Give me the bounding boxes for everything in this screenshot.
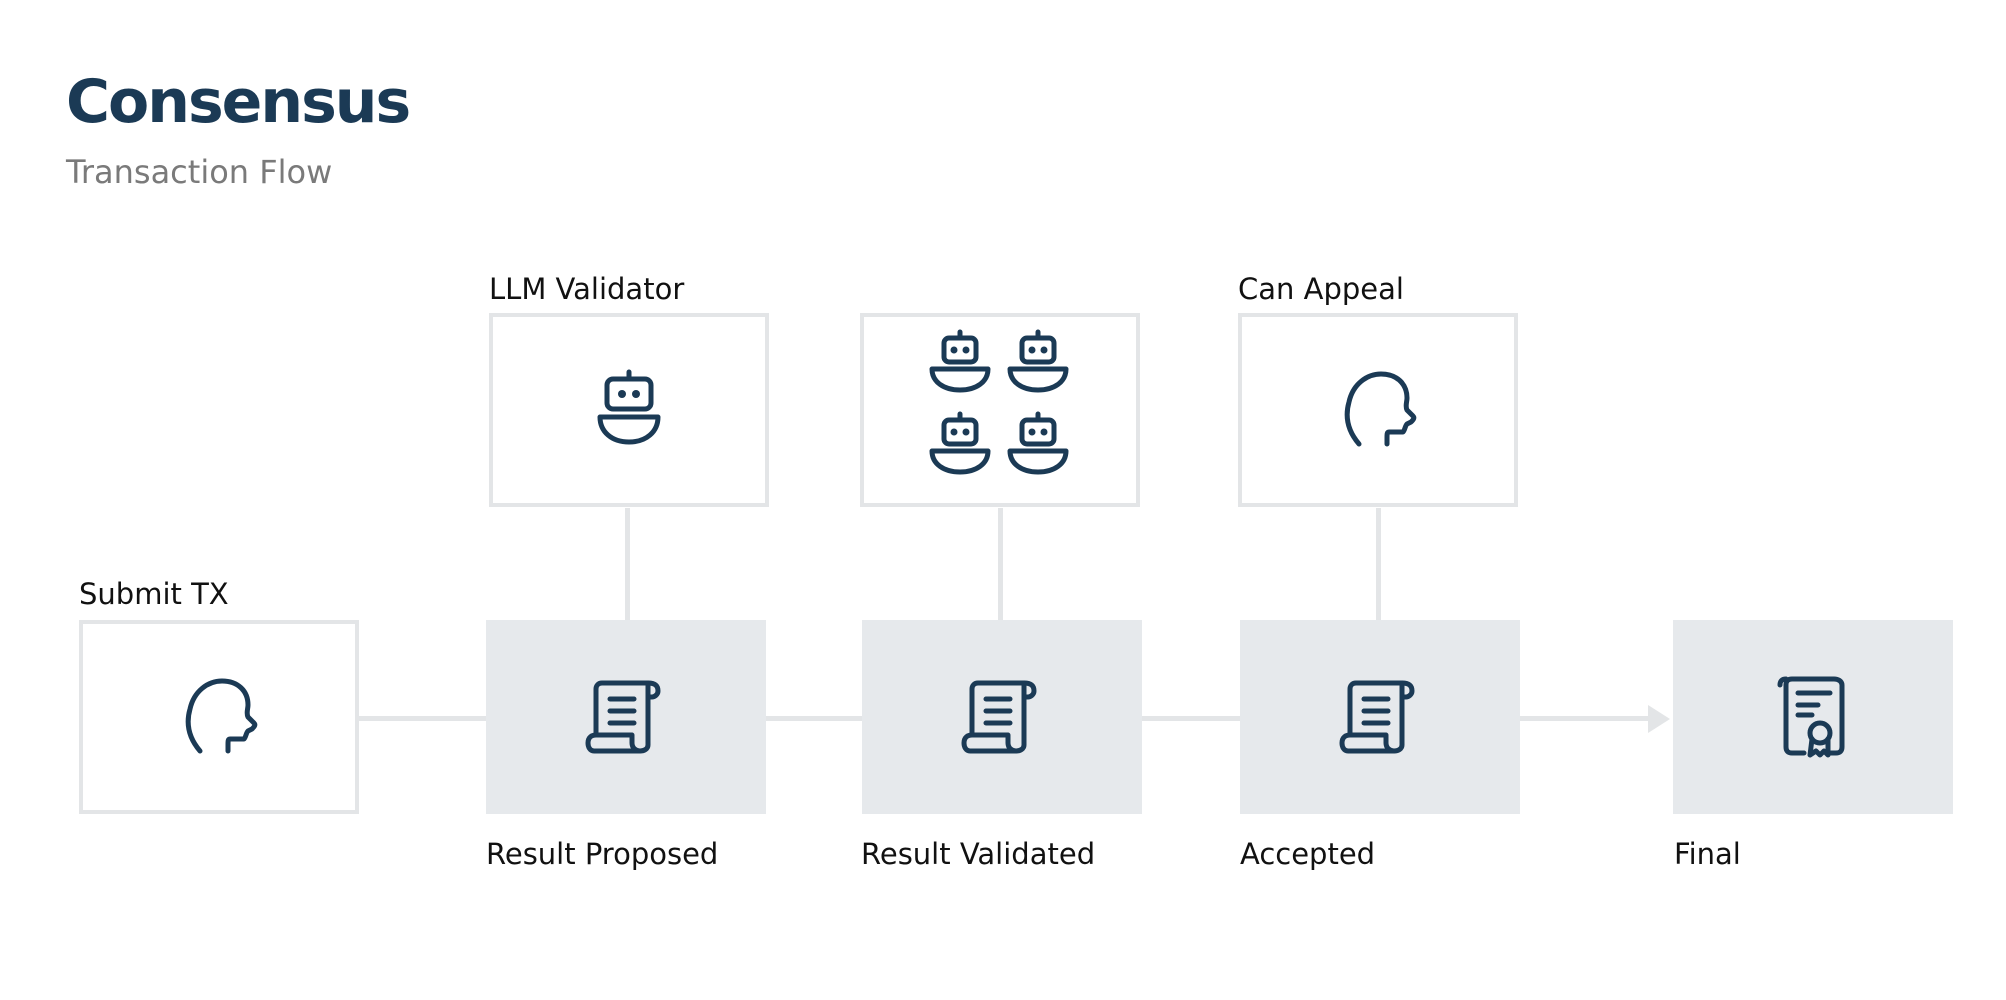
connector-accepted-to-final	[1520, 716, 1650, 721]
scroll-icon	[961, 680, 1037, 754]
certificate-icon	[1777, 676, 1845, 758]
submit-tx-node[interactable]	[79, 620, 359, 814]
person-head-icon	[1344, 371, 1417, 447]
validator-group-node[interactable]	[860, 313, 1140, 507]
connector-llm-validator-to-proposed	[625, 508, 630, 620]
submit-tx-label: Submit TX	[79, 577, 229, 611]
person-head-icon	[185, 678, 258, 754]
robot-icon	[597, 369, 661, 445]
llm-validator-node[interactable]	[489, 313, 769, 507]
scroll-icon	[1339, 680, 1415, 754]
result-validated-node[interactable]	[862, 620, 1142, 814]
page-title: Consensus	[66, 67, 411, 137]
robot-group-icon	[929, 329, 1069, 475]
arrow-head-icon	[1648, 705, 1670, 733]
connector-submit-to-proposed	[356, 716, 486, 721]
connector-validated-to-accepted	[1142, 716, 1242, 721]
can-appeal-label: Can Appeal	[1238, 272, 1404, 306]
llm-validator-label: LLM Validator	[489, 272, 685, 306]
page-subtitle: Transaction Flow	[66, 153, 333, 191]
connector-validator-group-to-validated	[998, 508, 1003, 620]
can-appeal-node[interactable]	[1238, 313, 1518, 507]
result-proposed-label: Result Proposed	[486, 837, 719, 871]
accepted-node[interactable]	[1240, 620, 1520, 814]
result-validated-label: Result Validated	[861, 837, 1096, 871]
accepted-label: Accepted	[1240, 837, 1376, 871]
final-node[interactable]	[1673, 620, 1953, 814]
connector-can-appeal-to-accepted	[1376, 508, 1381, 620]
scroll-icon	[585, 680, 661, 754]
connector-proposed-to-validated	[764, 716, 864, 721]
result-proposed-node[interactable]	[486, 620, 766, 814]
final-label: Final	[1674, 837, 1741, 871]
